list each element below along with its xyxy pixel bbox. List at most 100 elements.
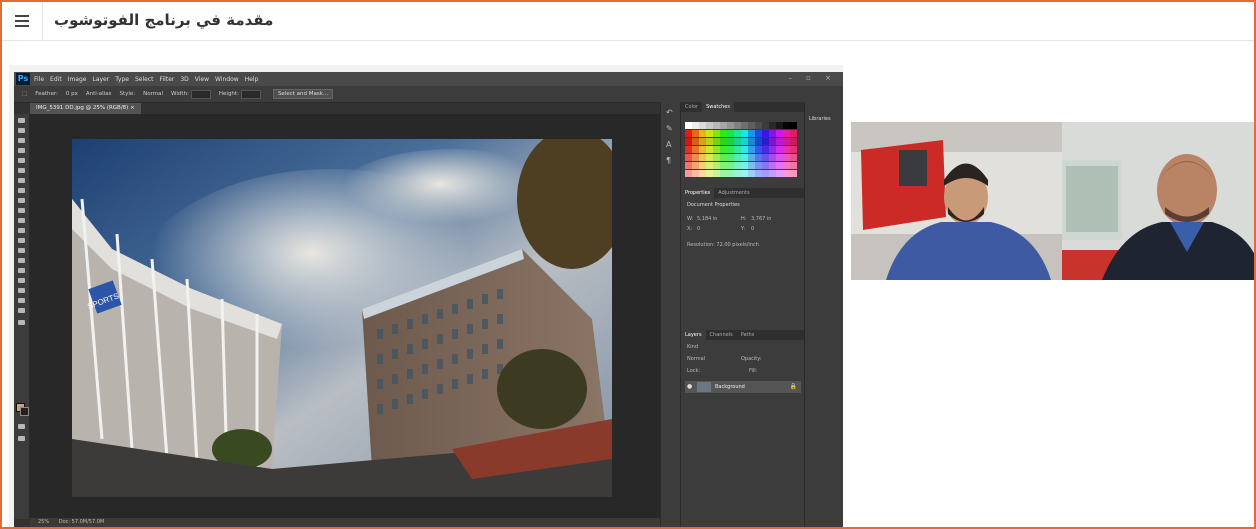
- swatch[interactable]: [748, 130, 755, 137]
- swatch[interactable]: [713, 130, 720, 137]
- swatch[interactable]: [783, 162, 790, 169]
- feather-input[interactable]: 0 px: [66, 91, 78, 97]
- swatch[interactable]: [720, 170, 727, 177]
- swatch[interactable]: [699, 162, 706, 169]
- swatch[interactable]: [692, 154, 699, 161]
- marquee-tool-icon[interactable]: [18, 128, 25, 133]
- height-input[interactable]: [240, 89, 261, 99]
- tab-swatches[interactable]: Swatches: [702, 102, 734, 112]
- pen-tool-icon[interactable]: [18, 258, 25, 263]
- swatch[interactable]: [734, 154, 741, 161]
- swatch[interactable]: [727, 170, 734, 177]
- swatch[interactable]: [762, 170, 769, 177]
- swatch[interactable]: [762, 162, 769, 169]
- character-icon[interactable]: A: [666, 140, 671, 149]
- screen-mode-icon[interactable]: [18, 436, 25, 441]
- swatch[interactable]: [720, 122, 727, 129]
- swatch[interactable]: [699, 122, 706, 129]
- swatch[interactable]: [685, 162, 692, 169]
- swatch[interactable]: [783, 154, 790, 161]
- w-value[interactable]: 5,184 in: [697, 216, 717, 222]
- swatch[interactable]: [776, 170, 783, 177]
- more-tools-icon[interactable]: [18, 320, 25, 325]
- y-value[interactable]: 0: [751, 226, 754, 232]
- swatch[interactable]: [741, 154, 748, 161]
- swatch[interactable]: [713, 170, 720, 177]
- swatch[interactable]: [713, 146, 720, 153]
- swatch[interactable]: [699, 138, 706, 145]
- swatch[interactable]: [727, 162, 734, 169]
- swatch[interactable]: [748, 162, 755, 169]
- tab-channels[interactable]: Channels: [706, 332, 737, 338]
- menu-file[interactable]: File: [34, 76, 44, 83]
- swatch[interactable]: [790, 170, 797, 177]
- menu-edit[interactable]: Edit: [50, 76, 62, 83]
- crop-tool-icon[interactable]: [18, 158, 25, 163]
- swatch[interactable]: [741, 162, 748, 169]
- quick-select-tool-icon[interactable]: [18, 148, 25, 153]
- menu-layer[interactable]: Layer: [92, 76, 109, 83]
- swatch[interactable]: [720, 146, 727, 153]
- swatches-grid[interactable]: [685, 122, 797, 180]
- clone-stamp-tool-icon[interactable]: [18, 198, 25, 203]
- menu-3d[interactable]: 3D: [180, 76, 188, 83]
- swatch[interactable]: [692, 122, 699, 129]
- swatch[interactable]: [776, 138, 783, 145]
- swatch[interactable]: [741, 138, 748, 145]
- swatch[interactable]: [706, 170, 713, 177]
- swatch[interactable]: [727, 122, 734, 129]
- menu-type[interactable]: Type: [115, 76, 129, 83]
- select-and-mask-button[interactable]: Select and Mask...: [272, 89, 334, 99]
- menu-select[interactable]: Select: [135, 76, 154, 83]
- move-tool-icon[interactable]: [18, 118, 25, 123]
- style-select[interactable]: Normal: [143, 91, 163, 97]
- swatch[interactable]: [748, 170, 755, 177]
- dodge-tool-icon[interactable]: [18, 248, 25, 253]
- width-input[interactable]: [190, 89, 211, 99]
- swatch[interactable]: [776, 122, 783, 129]
- menu-view[interactable]: View: [195, 76, 209, 83]
- swatch[interactable]: [783, 130, 790, 137]
- swatch[interactable]: [741, 122, 748, 129]
- swatch[interactable]: [776, 130, 783, 137]
- zoom-level[interactable]: 25%: [38, 519, 49, 525]
- brush-preset-icon[interactable]: ✎: [666, 124, 673, 133]
- swatch[interactable]: [720, 130, 727, 137]
- swatch[interactable]: [727, 138, 734, 145]
- swatch[interactable]: [734, 122, 741, 129]
- swatch[interactable]: [734, 146, 741, 153]
- menu-window[interactable]: Window: [215, 76, 239, 83]
- swatch[interactable]: [762, 122, 769, 129]
- swatch[interactable]: [706, 122, 713, 129]
- swatch[interactable]: [790, 130, 797, 137]
- swatch[interactable]: [769, 130, 776, 137]
- swatch[interactable]: [783, 122, 790, 129]
- swatch[interactable]: [727, 154, 734, 161]
- type-tool-icon[interactable]: [18, 268, 25, 273]
- document-tab[interactable]: IMG_5391 DD.jpg @ 25% (RGB/8) ×: [30, 103, 141, 114]
- window-controls[interactable]: – ▫ ×: [788, 74, 837, 82]
- swatch[interactable]: [755, 122, 762, 129]
- swatch[interactable]: [783, 146, 790, 153]
- h-value[interactable]: 3,767 in: [751, 216, 771, 222]
- swatch[interactable]: [720, 162, 727, 169]
- layer-name[interactable]: Background: [715, 384, 745, 390]
- swatch[interactable]: [748, 138, 755, 145]
- tab-properties[interactable]: Properties: [681, 188, 715, 198]
- layer-row[interactable]: ● Background 🔒: [685, 381, 801, 393]
- swatch[interactable]: [790, 162, 797, 169]
- swatch[interactable]: [755, 162, 762, 169]
- swatch[interactable]: [692, 170, 699, 177]
- eyedropper-tool-icon[interactable]: [18, 168, 25, 173]
- swatch[interactable]: [762, 154, 769, 161]
- document-canvas-area[interactable]: SPORTS: [30, 114, 660, 519]
- blur-tool-icon[interactable]: [18, 238, 25, 243]
- swatch[interactable]: [776, 146, 783, 153]
- swatch[interactable]: [741, 170, 748, 177]
- x-value[interactable]: 0: [697, 226, 700, 232]
- swatch[interactable]: [706, 130, 713, 137]
- eraser-tool-icon[interactable]: [18, 218, 25, 223]
- eye-icon[interactable]: ●: [687, 383, 692, 390]
- menu-filter[interactable]: Filter: [160, 76, 175, 83]
- background-color-swatch[interactable]: [20, 407, 29, 416]
